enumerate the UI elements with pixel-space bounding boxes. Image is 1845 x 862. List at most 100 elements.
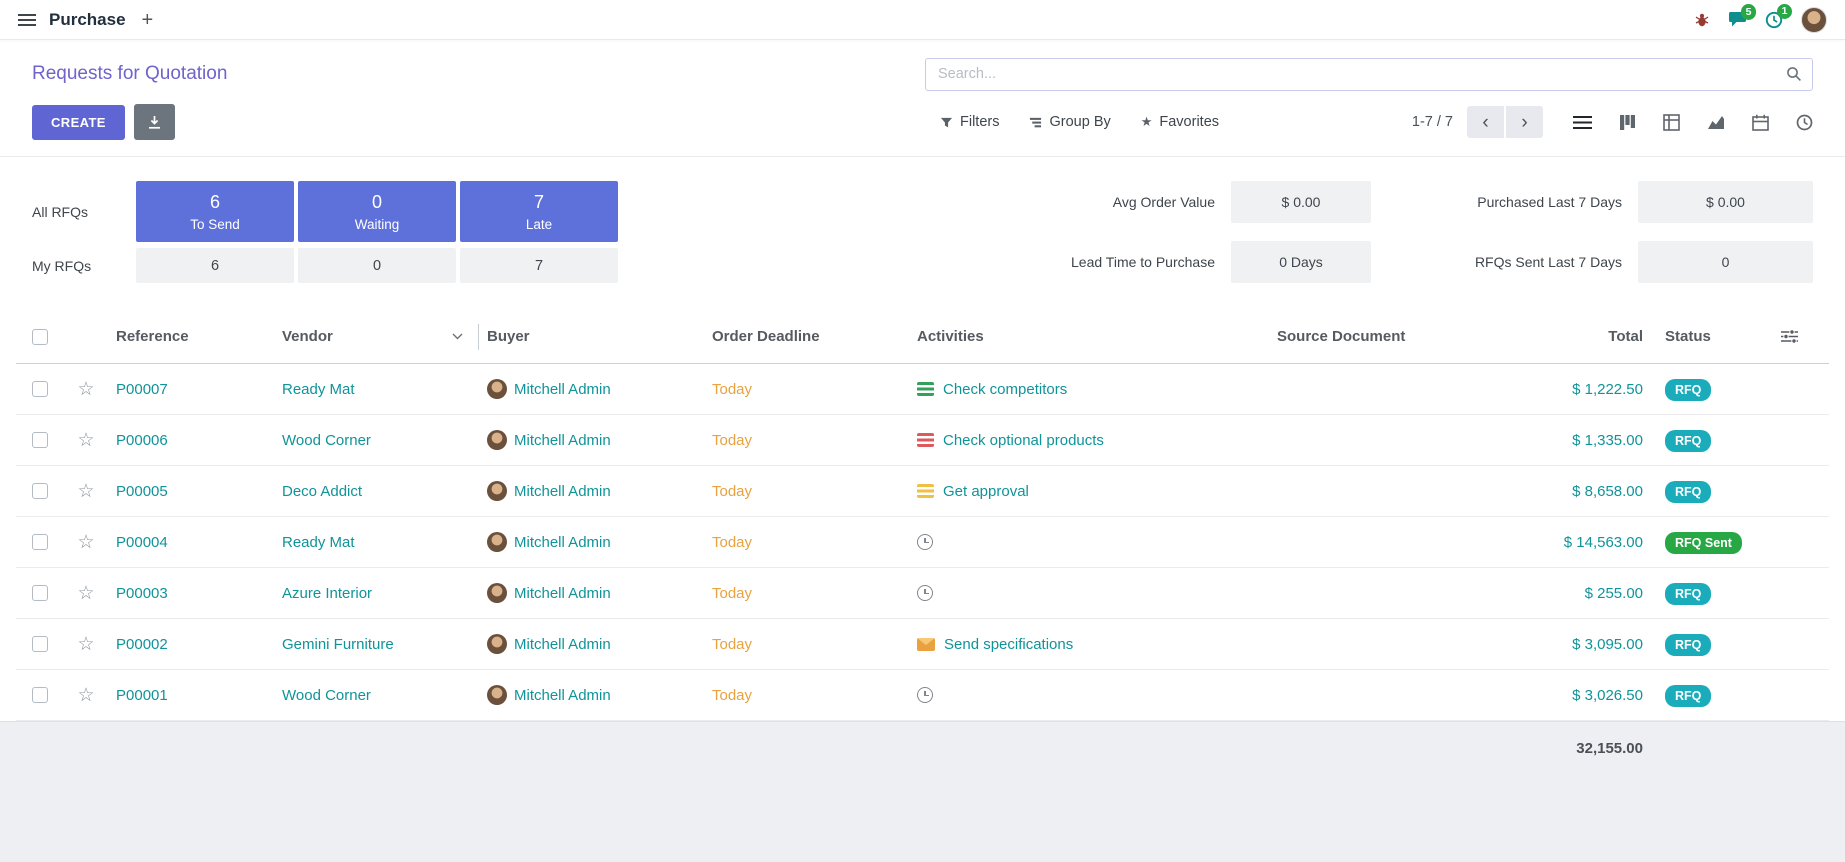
buyer-link[interactable]: Mitchell Admin	[514, 432, 611, 449]
column-header-source-document[interactable]: Source Document	[1269, 328, 1519, 345]
activity-type-icon[interactable]	[917, 534, 933, 550]
column-header-activities[interactable]: Activities	[909, 328, 1269, 345]
group-by-button[interactable]: Group By	[1014, 105, 1125, 139]
purchase-dashboard: All RFQs 6 To Send 0 Waiting 7 Late My R…	[0, 157, 1845, 310]
search-input[interactable]	[936, 65, 1786, 83]
debug-bug-icon[interactable]	[1694, 12, 1710, 28]
tile-to-send[interactable]: 6 To Send	[136, 181, 294, 242]
activity-label[interactable]: Check competitors	[943, 381, 1067, 398]
order-deadline: Today	[712, 585, 752, 602]
download-icon	[147, 115, 162, 130]
select-all-checkbox[interactable]	[32, 329, 48, 345]
vendor-link[interactable]: Deco Addict	[282, 483, 362, 500]
table-row[interactable]: ☆ P00005 Deco Addict Mitchell Admin Toda…	[16, 466, 1829, 517]
vendor-link[interactable]: Azure Interior	[282, 585, 372, 602]
messages-icon[interactable]: 5	[1728, 11, 1747, 28]
favorites-button[interactable]: ★ Favorites	[1126, 105, 1234, 139]
row-checkbox[interactable]	[32, 432, 48, 448]
activity-type-icon[interactable]	[917, 382, 934, 396]
buyer-link[interactable]: Mitchell Admin	[514, 636, 611, 653]
messages-count-badge: 5	[1741, 4, 1756, 20]
my-late-count[interactable]: 7	[460, 248, 618, 283]
activity-label[interactable]: Check optional products	[943, 432, 1104, 449]
adjust-columns-icon[interactable]	[1767, 329, 1811, 344]
add-tab-icon[interactable]: +	[142, 10, 154, 30]
vendor-link[interactable]: Wood Corner	[282, 432, 371, 449]
reference-link[interactable]: P00007	[116, 381, 168, 398]
activity-label[interactable]: Send specifications	[944, 636, 1073, 653]
create-button[interactable]: CREATE	[32, 105, 125, 140]
row-checkbox[interactable]	[32, 636, 48, 652]
buyer-link[interactable]: Mitchell Admin	[514, 534, 611, 551]
column-header-vendor[interactable]: Vendor	[274, 328, 479, 345]
buyer-link[interactable]: Mitchell Admin	[514, 381, 611, 398]
vendor-link[interactable]: Wood Corner	[282, 687, 371, 704]
row-checkbox[interactable]	[32, 585, 48, 601]
table-row[interactable]: ☆ P00003 Azure Interior Mitchell Admin T…	[16, 568, 1829, 619]
activity-type-icon[interactable]	[917, 638, 935, 651]
pager-next-button[interactable]: ›	[1506, 106, 1543, 138]
reference-link[interactable]: P00005	[116, 483, 168, 500]
table-row[interactable]: ☆ P00001 Wood Corner Mitchell Admin Toda…	[16, 670, 1829, 721]
column-header-reference[interactable]: Reference	[108, 328, 274, 345]
favorite-star-icon[interactable]: ☆	[77, 380, 94, 399]
my-to-send-count[interactable]: 6	[136, 248, 294, 283]
order-deadline: Today	[712, 483, 752, 500]
activity-label[interactable]: Get approval	[943, 483, 1029, 500]
column-header-status[interactable]: Status	[1651, 328, 1767, 345]
reference-link[interactable]: P00002	[116, 636, 168, 653]
user-avatar[interactable]	[1801, 7, 1827, 33]
column-header-total[interactable]: Total	[1519, 328, 1651, 345]
activity-type-icon[interactable]	[917, 585, 933, 601]
control-panel: Requests for Quotation CREATE	[0, 40, 1845, 157]
vendor-link[interactable]: Ready Mat	[282, 381, 355, 398]
list-view-button[interactable]	[1573, 114, 1592, 131]
reference-link[interactable]: P00001	[116, 687, 168, 704]
graph-view-button[interactable]	[1707, 114, 1725, 130]
activity-type-icon[interactable]	[917, 484, 934, 498]
favorite-star-icon[interactable]: ☆	[77, 431, 94, 450]
tile-waiting[interactable]: 0 Waiting	[298, 181, 456, 242]
column-header-buyer[interactable]: Buyer	[479, 328, 704, 345]
row-checkbox[interactable]	[32, 687, 48, 703]
my-waiting-count[interactable]: 0	[298, 248, 456, 283]
pager-previous-button[interactable]: ‹	[1467, 106, 1504, 138]
buyer-link[interactable]: Mitchell Admin	[514, 687, 611, 704]
activity-view-button[interactable]	[1796, 114, 1813, 131]
favorite-star-icon[interactable]: ☆	[77, 686, 94, 705]
tile-late[interactable]: 7 Late	[460, 181, 618, 242]
favorites-label: Favorites	[1159, 114, 1219, 130]
app-name[interactable]: Purchase	[49, 10, 126, 30]
table-row[interactable]: ☆ P00007 Ready Mat Mitchell Admin Today …	[16, 364, 1829, 415]
vendor-link[interactable]: Ready Mat	[282, 534, 355, 551]
reference-link[interactable]: P00004	[116, 534, 168, 551]
column-header-order-deadline[interactable]: Order Deadline	[704, 328, 909, 345]
kanban-view-button[interactable]	[1619, 114, 1636, 131]
favorite-star-icon[interactable]: ☆	[77, 635, 94, 654]
export-button[interactable]	[134, 104, 175, 140]
search-icon[interactable]	[1786, 66, 1802, 82]
group-by-label: Group By	[1049, 114, 1110, 130]
table-row[interactable]: ☆ P00006 Wood Corner Mitchell Admin Toda…	[16, 415, 1829, 466]
reference-link[interactable]: P00003	[116, 585, 168, 602]
status-badge: RFQ	[1665, 379, 1711, 401]
activities-clock-icon[interactable]: 1	[1765, 11, 1783, 29]
favorite-star-icon[interactable]: ☆	[77, 533, 94, 552]
table-row[interactable]: ☆ P00004 Ready Mat Mitchell Admin Today …	[16, 517, 1829, 568]
activity-type-icon[interactable]	[917, 433, 934, 447]
buyer-link[interactable]: Mitchell Admin	[514, 483, 611, 500]
filters-button[interactable]: Filters	[925, 105, 1014, 139]
row-checkbox[interactable]	[32, 381, 48, 397]
row-checkbox[interactable]	[32, 483, 48, 499]
buyer-link[interactable]: Mitchell Admin	[514, 585, 611, 602]
favorite-star-icon[interactable]: ☆	[77, 584, 94, 603]
hamburger-menu-icon[interactable]	[18, 13, 36, 27]
pivot-view-button[interactable]	[1663, 114, 1680, 131]
row-checkbox[interactable]	[32, 534, 48, 550]
table-row[interactable]: ☆ P00002 Gemini Furniture Mitchell Admin…	[16, 619, 1829, 670]
favorite-star-icon[interactable]: ☆	[77, 482, 94, 501]
vendor-link[interactable]: Gemini Furniture	[282, 636, 394, 653]
reference-link[interactable]: P00006	[116, 432, 168, 449]
activity-type-icon[interactable]	[917, 687, 933, 703]
calendar-view-button[interactable]	[1752, 114, 1769, 131]
